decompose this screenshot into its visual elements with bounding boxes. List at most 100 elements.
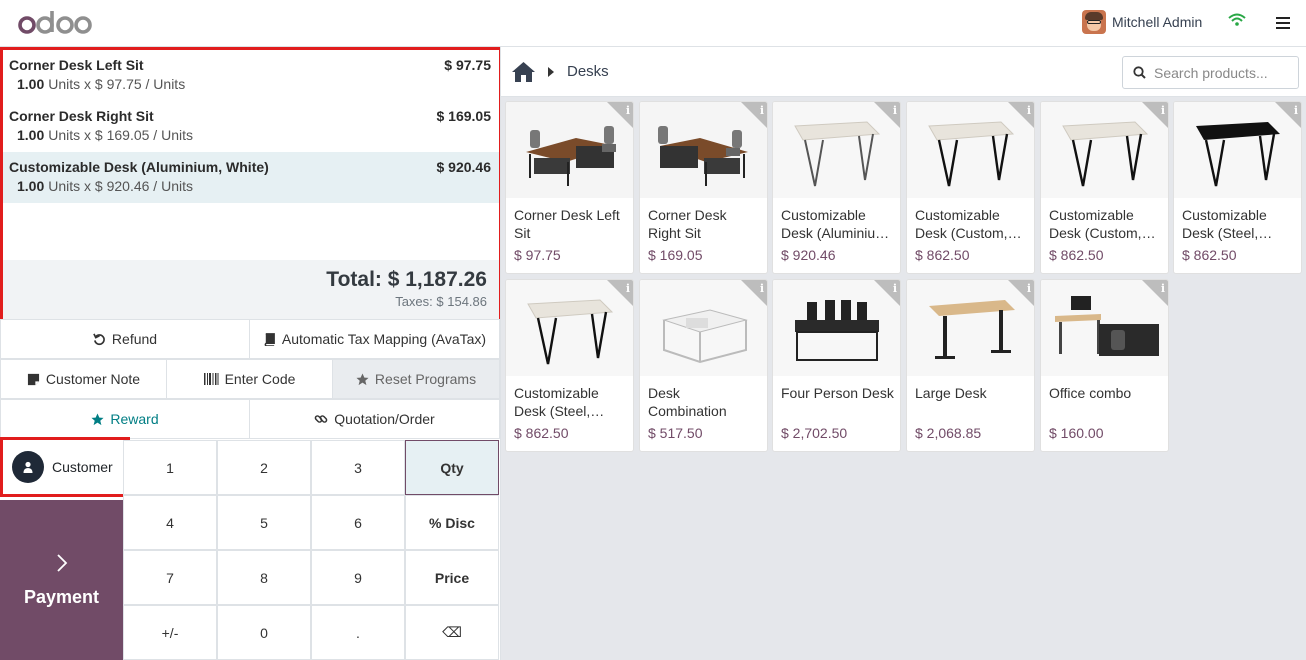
breadcrumb-category[interactable]: Desks xyxy=(567,63,609,80)
refund-button[interactable]: Refund xyxy=(0,319,250,359)
numpad-key-6[interactable]: 6 xyxy=(311,495,405,550)
product-card[interactable]: i Office combo $ 160.00 xyxy=(1040,279,1169,452)
customer-label: Customer xyxy=(52,459,113,475)
numpad-key-4[interactable]: 4 xyxy=(123,495,217,550)
numpad-key-9[interactable]: 9 xyxy=(311,550,405,605)
product-card[interactable]: i Corner Desk Right Sit $ 169.05 xyxy=(639,101,768,274)
info-icon[interactable]: i xyxy=(760,282,764,295)
product-price: $ 862.50 xyxy=(514,425,569,441)
quotation-order-button[interactable]: Quotation/Order xyxy=(249,399,500,439)
product-name: Corner Desk Right Sit xyxy=(648,207,727,241)
numpad-key-8[interactable]: 8 xyxy=(217,550,311,605)
payment-button[interactable]: Payment xyxy=(0,500,123,660)
order-line-price: $ 169.05 xyxy=(436,108,492,124)
info-icon[interactable]: i xyxy=(893,104,897,117)
numpad-key-decimal[interactable]: . xyxy=(311,605,405,660)
product-card[interactable]: i Corner Desk Left Sit $ 97.75 xyxy=(505,101,634,274)
star-icon xyxy=(91,412,104,425)
product-price: $ 97.75 xyxy=(514,247,561,263)
product-name: Customizable Desk (Aluminiu… xyxy=(781,207,890,241)
tax-mapping-button[interactable]: Automatic Tax Mapping (AvaTax) xyxy=(249,319,500,359)
order-line-name: Corner Desk Right Sit xyxy=(9,108,154,124)
home-icon[interactable] xyxy=(511,61,536,83)
product-search[interactable] xyxy=(1122,56,1299,89)
product-card[interactable]: i Customizable Desk (Custom,… $ 862.50 xyxy=(1040,101,1169,274)
product-name: Customizable Desk (Steel,… xyxy=(514,385,605,419)
user-menu[interactable]: Mitchell Admin xyxy=(1082,10,1202,34)
order-pane: Corner Desk Left Sit $ 97.75 1.00 Units x… xyxy=(0,47,502,660)
numpad-key-5[interactable]: 5 xyxy=(217,495,311,550)
product-price: $ 862.50 xyxy=(1182,247,1237,263)
product-price: $ 862.50 xyxy=(1049,247,1104,263)
enter-code-button[interactable]: Enter Code xyxy=(166,359,333,399)
qty-mode-button[interactable]: Qty xyxy=(405,440,499,495)
info-icon[interactable]: i xyxy=(893,282,897,295)
wifi-icon[interactable] xyxy=(1228,13,1246,27)
order-line-price: $ 97.75 xyxy=(444,57,491,73)
link-icon xyxy=(314,415,328,423)
info-icon[interactable]: i xyxy=(626,104,630,117)
order-total: Total: $ 1,187.26 xyxy=(326,268,487,291)
order-line-detail: 1.00 Units x $ 169.05 / Units xyxy=(17,127,193,143)
customer-note-button[interactable]: Customer Note xyxy=(0,359,167,399)
products-toolbar: Desks xyxy=(501,47,1306,97)
order-line-name: Corner Desk Left Sit xyxy=(9,57,144,73)
order-totals: Total: $ 1,187.26 Taxes: $ 154.86 xyxy=(3,260,499,320)
product-price: $ 169.05 xyxy=(648,247,703,263)
info-icon[interactable]: i xyxy=(1027,104,1031,117)
reward-button[interactable]: Reward xyxy=(0,399,250,439)
order-line-price: $ 920.46 xyxy=(436,159,492,175)
numpad-key-7[interactable]: 7 xyxy=(123,550,217,605)
product-card[interactable]: i Four Person Desk $ 2,702.50 xyxy=(772,279,901,452)
order-line-selected[interactable]: Customizable Desk (Aluminium, White) $ 9… xyxy=(3,152,499,203)
product-name: Four Person Desk xyxy=(781,385,894,401)
product-price: $ 2,068.85 xyxy=(915,425,982,441)
numpad-key-3[interactable]: 3 xyxy=(311,440,405,495)
avatar xyxy=(1082,10,1106,34)
hamburger-menu-icon[interactable] xyxy=(1276,17,1290,29)
info-icon[interactable]: i xyxy=(1161,282,1165,295)
note-icon xyxy=(27,373,39,385)
user-icon xyxy=(12,451,44,483)
discount-mode-button[interactable]: % Disc xyxy=(405,495,499,550)
reset-programs-button[interactable]: Reset Programs xyxy=(332,359,500,399)
info-icon[interactable]: i xyxy=(1027,282,1031,295)
product-card[interactable]: i Customizable Desk (Aluminiu… $ 920.46 xyxy=(772,101,901,274)
product-card[interactable]: i Customizable Desk (Steel,… $ 862.50 xyxy=(505,279,634,452)
chevron-right-icon xyxy=(56,553,67,572)
info-icon[interactable]: i xyxy=(1294,104,1298,117)
book-icon xyxy=(264,332,275,346)
backspace-button[interactable]: ⌫ xyxy=(405,605,499,660)
product-name: Customizable Desk (Steel,… xyxy=(1182,207,1273,241)
numpad-key-1[interactable]: 1 xyxy=(123,440,217,495)
product-name: Office combo xyxy=(1049,385,1132,401)
odoo-logo[interactable] xyxy=(18,8,96,38)
payment-label: Payment xyxy=(23,586,100,607)
customer-button[interactable]: Customer xyxy=(0,437,130,497)
product-name: Desk Combination xyxy=(648,385,727,419)
product-card[interactable]: i Desk Combination $ 517.50 xyxy=(639,279,768,452)
numpad-key-0[interactable]: 0 xyxy=(217,605,311,660)
search-input[interactable] xyxy=(1154,64,1284,81)
info-icon[interactable]: i xyxy=(1161,104,1165,117)
price-mode-button[interactable]: Price xyxy=(405,550,499,605)
info-icon[interactable]: i xyxy=(626,282,630,295)
order-line-detail: 1.00 Units x $ 97.75 / Units xyxy=(17,76,186,92)
product-price: $ 517.50 xyxy=(648,425,703,441)
order-line[interactable]: Corner Desk Right Sit $ 169.05 1.00 Units… xyxy=(3,101,499,152)
order-line-name: Customizable Desk (Aluminium, White) xyxy=(9,159,269,175)
order-line[interactable]: Corner Desk Left Sit $ 97.75 1.00 Units x… xyxy=(3,50,499,101)
numpad-key-2[interactable]: 2 xyxy=(217,440,311,495)
product-name: Corner Desk Left Sit xyxy=(514,207,620,241)
star-icon xyxy=(356,372,369,385)
product-card[interactable]: i Customizable Desk (Custom,… $ 862.50 xyxy=(906,101,1035,274)
info-icon[interactable]: i xyxy=(760,104,764,117)
product-card[interactable]: i Large Desk $ 2,068.85 xyxy=(906,279,1035,452)
numpad-key-plus-minus[interactable]: +/- xyxy=(123,605,217,660)
products-pane: Desks i Corner Desk Left Sit $ 97.75 xyxy=(500,47,1306,660)
search-icon xyxy=(1133,66,1146,79)
product-card[interactable]: i Customizable Desk (Steel,… $ 862.50 xyxy=(1173,101,1302,274)
order-summary: Corner Desk Left Sit $ 97.75 1.00 Units x… xyxy=(0,47,502,323)
top-bar: Mitchell Admin xyxy=(0,0,1306,47)
product-price: $ 862.50 xyxy=(915,247,970,263)
